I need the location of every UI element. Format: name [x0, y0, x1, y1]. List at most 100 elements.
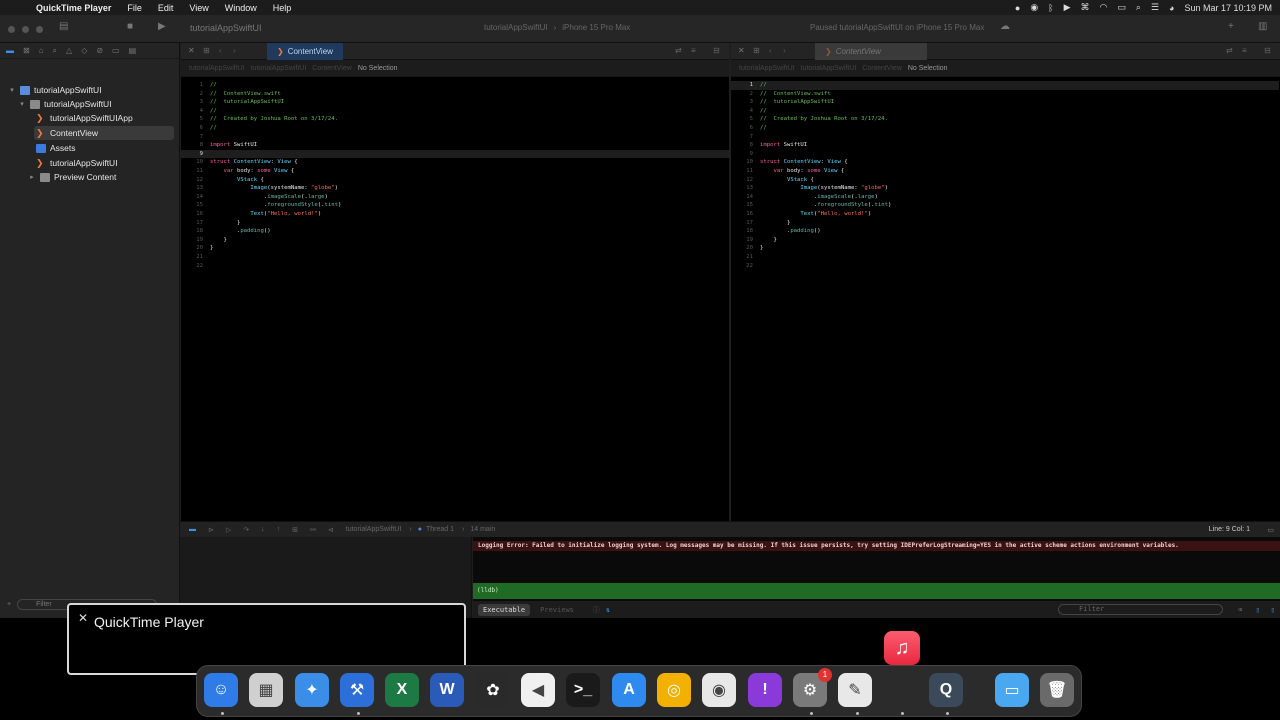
clock[interactable]: Sun Mar 17 10:19 PM	[1184, 3, 1272, 13]
code-line[interactable]: // Created by Joshua Root on 3/17/24.	[210, 115, 338, 124]
tree-item-entitlements[interactable]: ❯ tutorialAppSwiftUI	[36, 156, 118, 170]
chevron-right-icon[interactable]: ▸	[28, 173, 36, 181]
bluetooth-icon[interactable]: ᛒ	[1048, 3, 1053, 13]
close-tab-icon[interactable]: ✕	[188, 46, 195, 55]
spotlight-search-icon[interactable]: ⌕	[1136, 2, 1141, 13]
launchpad-icon[interactable]: ▦	[249, 673, 283, 707]
code-line[interactable]: }	[760, 244, 763, 253]
run-destination[interactable]: iPhone 15 Pro Max	[562, 23, 630, 32]
chromium-icon[interactable]: ◎	[657, 673, 691, 707]
code-line[interactable]: //	[760, 124, 767, 133]
code-line[interactable]: var body: some View {	[760, 167, 844, 176]
jump-symbol[interactable]: No Selection	[358, 65, 398, 72]
music-icon[interactable]: ♫	[884, 631, 920, 665]
chevron-right-icon[interactable]: ›	[783, 46, 786, 55]
code-line[interactable]: // Created by Joshua Root on 3/17/24.	[760, 115, 888, 124]
close-window-button[interactable]	[8, 26, 15, 33]
jump-group[interactable]: tutorialAppSwiftUI	[801, 65, 857, 72]
excel-icon[interactable]: X	[385, 673, 419, 707]
code-line[interactable]: // ContentView.swift	[760, 90, 831, 99]
add-icon[interactable]: +	[1228, 21, 1234, 32]
step-out-icon[interactable]: ↑	[277, 526, 281, 533]
code-line[interactable]: import SwiftUI	[210, 141, 257, 150]
control-center-icon[interactable]: ☰	[1151, 2, 1159, 13]
code-line[interactable]: }	[210, 236, 226, 245]
pycharm-icon[interactable]: ✿	[476, 673, 510, 707]
find-icon[interactable]: ⌕	[53, 46, 57, 56]
menu-edit[interactable]: Edit	[150, 3, 182, 13]
chevron-down-icon[interactable]: ▾	[18, 100, 26, 108]
location-icon[interactable]: ⊲	[328, 526, 334, 534]
control-icon[interactable]: ⌘	[1081, 2, 1090, 13]
code-line[interactable]: }	[210, 219, 240, 228]
info-icon[interactable]: ⓘ	[593, 605, 600, 615]
inspector-toggle-icon[interactable]: ▥	[1258, 21, 1267, 32]
textedit-icon[interactable]: ✎	[838, 673, 872, 707]
test-icon[interactable]: ◇	[81, 46, 87, 55]
chevron-down-icon[interactable]: ▾	[8, 86, 16, 94]
breakpoint-icon[interactable]: ▭	[112, 46, 120, 55]
code-line[interactable]: struct ContentView: View {	[210, 158, 298, 167]
code-line[interactable]: var body: some View {	[210, 167, 294, 176]
breakpoints-toggle-icon[interactable]: ⊳	[208, 526, 214, 534]
code-line[interactable]: .imageScale(.large)	[760, 193, 878, 202]
split-editor-icon[interactable]: ⊟	[713, 46, 720, 55]
code-line[interactable]: }	[760, 236, 776, 245]
zoom-window-button[interactable]	[36, 26, 43, 33]
play-status-icon[interactable]: ▶	[1064, 2, 1071, 13]
source-control-icon[interactable]: ⊠	[23, 46, 30, 55]
left-panel-icon[interactable]: ▯	[1256, 606, 1260, 614]
code-line[interactable]: Text("Hello, world!")	[210, 210, 321, 219]
menu-file[interactable]: File	[119, 3, 150, 13]
sort-icon[interactable]: ⇅	[606, 606, 610, 614]
menu-view[interactable]: View	[181, 3, 216, 13]
chrome-icon[interactable]: ◉	[702, 673, 736, 707]
finder-icon[interactable]: ☺	[204, 673, 238, 707]
code-line[interactable]: }	[760, 219, 790, 228]
jump-symbol[interactable]: No Selection	[908, 65, 948, 72]
tab-contentview[interactable]: ❯ ContentView	[815, 43, 927, 60]
stop-icon[interactable]: ■	[127, 21, 133, 32]
jump-group[interactable]: tutorialAppSwiftUI	[251, 65, 307, 72]
chevron-right-icon[interactable]: ›	[233, 46, 236, 55]
terminal-icon[interactable]: >_	[566, 673, 600, 707]
run-icon[interactable]: ▶	[158, 21, 166, 32]
code-line[interactable]: Image(systemName: "globe")	[210, 184, 338, 193]
chevron-left-icon[interactable]: ‹	[769, 46, 772, 55]
console-area[interactable]: Logging Error: Failed to initialize logg…	[473, 537, 1280, 618]
code-line[interactable]: // tutorialAppSwiftUI	[210, 98, 284, 107]
code-line[interactable]: //	[210, 124, 217, 133]
xcode-icon[interactable]: ⚒	[340, 673, 374, 707]
memory-graph-icon[interactable]: ⚯	[310, 526, 316, 534]
minimize-window-button[interactable]	[22, 26, 29, 33]
lldb-prompt[interactable]: (lldb)	[473, 583, 1280, 599]
word-icon[interactable]: W	[430, 673, 464, 707]
airdrop-icon[interactable]: ◉	[1030, 2, 1038, 13]
tree-item-app-file[interactable]: ❯ tutorialAppSwiftUIApp	[36, 111, 133, 125]
add-file-icon[interactable]: +	[7, 601, 11, 608]
sidebar-toggle-icon[interactable]: ▤	[59, 21, 68, 32]
trash-icon[interactable]: ⌫	[1238, 606, 1242, 614]
folder-navigator-icon[interactable]: ▬	[6, 46, 14, 55]
code-line[interactable]: }	[210, 244, 213, 253]
right-panel-icon[interactable]: ▯	[1271, 606, 1275, 614]
battery-icon[interactable]: ▭	[1117, 2, 1126, 13]
menu-window[interactable]: Window	[217, 3, 265, 13]
menu-help[interactable]: Help	[265, 3, 300, 13]
split-editor-icon[interactable]: ⊟	[1264, 46, 1271, 55]
close-icon[interactable]: ✕	[78, 611, 88, 625]
jump-file[interactable]: ContentView	[862, 65, 902, 72]
frame-breadcrumb[interactable]: 14 main	[470, 526, 495, 533]
code-line[interactable]: Text("Hello, world!")	[760, 210, 871, 219]
code-line[interactable]: struct ContentView: View {	[760, 158, 848, 167]
step-into-icon[interactable]: ↓	[261, 526, 265, 533]
trash-icon[interactable]: 🗑	[1040, 673, 1074, 707]
refresh-icon[interactable]: ⇄	[1226, 46, 1233, 55]
view-debugger-icon[interactable]: ⊞	[292, 526, 298, 534]
tree-item-contentview[interactable]: ❯ ContentView	[34, 126, 174, 140]
minimap-icon[interactable]: ▭	[1267, 526, 1274, 534]
feedback-icon[interactable]: !	[748, 673, 782, 707]
jump-project[interactable]: tutorialAppSwiftUI	[189, 65, 245, 72]
jump-project[interactable]: tutorialAppSwiftUI	[739, 65, 795, 72]
bookmark-icon[interactable]: ⌂	[39, 46, 44, 55]
